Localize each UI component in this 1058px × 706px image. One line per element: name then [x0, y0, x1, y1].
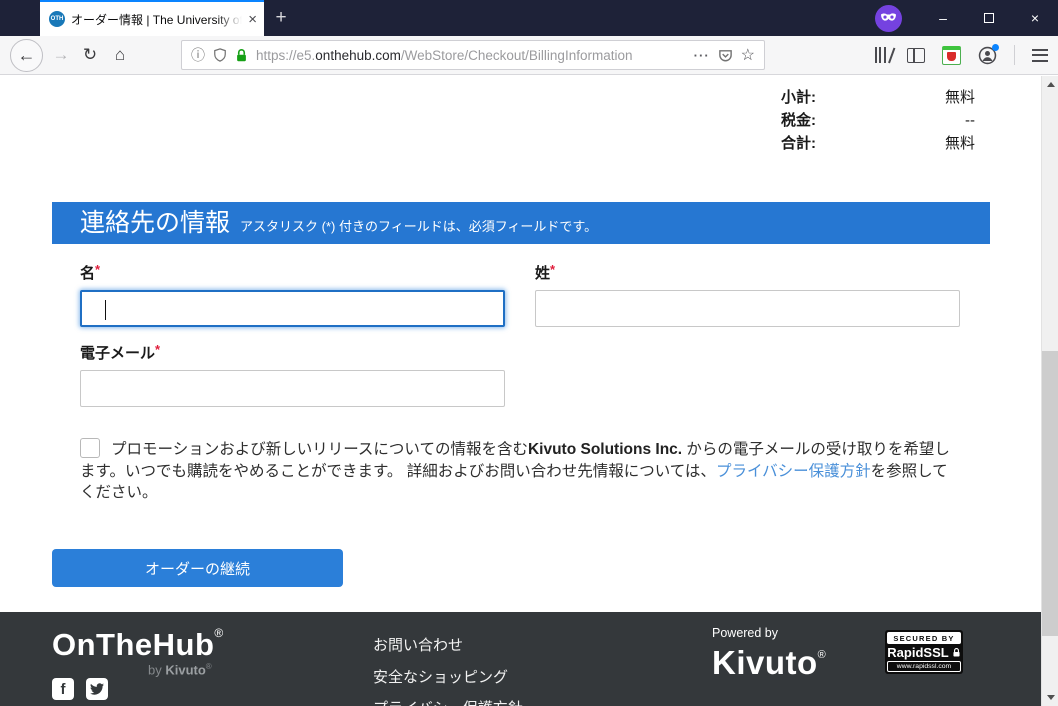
brand-registered-mark: ® — [214, 626, 223, 640]
section-title: 連絡先の情報 — [80, 202, 230, 244]
url-bar[interactable]: ⓘ https://e5.onthehub.com/WebStore/Check… — [181, 40, 765, 70]
onthehub-logo: OnTheHub® — [52, 626, 224, 663]
brand-byline: by Kivuto® — [148, 662, 212, 677]
page-footer: OnTheHub® by Kivuto® f お問い合わせ 安全なショッピング … — [0, 612, 1041, 706]
minimize-button[interactable]: – — [920, 0, 966, 36]
url-text[interactable]: https://e5.onthehub.com/WebStore/Checkou… — [256, 48, 686, 63]
footer-link-privacy-policy[interactable]: プライバシー保護方針 — [373, 697, 523, 706]
tab-close-icon[interactable]: × — [248, 12, 257, 27]
social-icons: f — [52, 678, 108, 700]
tab-title: オーダー情報 | The University of T — [71, 11, 242, 28]
summary-row-subtotal: 小計: 無料 — [781, 86, 975, 109]
ssl-secured-by: SECURED BY — [887, 632, 961, 644]
bookmark-star-icon[interactable]: ☆ — [741, 45, 755, 65]
twitter-icon[interactable] — [86, 678, 108, 700]
ssl-url: www.rapidssl.com — [887, 661, 961, 672]
https-lock-icon[interactable] — [235, 48, 248, 63]
email-input[interactable] — [80, 370, 505, 407]
consent-text-pre: プロモーションおよび新しいリリースについての情報を含む — [111, 441, 528, 458]
summary-row-total: 合計: 無料 — [781, 132, 975, 155]
site-favicon-icon: OTH — [49, 11, 65, 27]
library-icon[interactable] — [875, 47, 891, 63]
tracking-protection-shield-icon[interactable] — [213, 47, 227, 63]
back-button[interactable]: ← — [10, 39, 43, 72]
order-summary: 小計: 無料 税金: -- 合計: 無料 — [781, 86, 975, 155]
new-tab-button[interactable]: + — [264, 0, 298, 36]
sidebar-toggle-icon[interactable] — [907, 48, 925, 63]
reload-button[interactable]: ↻ — [75, 45, 105, 65]
marketing-consent-checkbox[interactable] — [80, 438, 100, 458]
titlebar: OTH オーダー情報 | The University of T × + – × — [0, 0, 1058, 36]
scroll-down-arrow[interactable] — [1042, 689, 1058, 706]
email-field-group: 電子メール* — [80, 342, 505, 407]
last-name-label: 姓* — [535, 262, 960, 283]
powered-by-text: Powered by — [712, 626, 826, 640]
total-value: 無料 — [945, 132, 975, 155]
menu-hamburger-icon[interactable] — [1032, 49, 1048, 62]
url-prefix: https://e5. — [256, 48, 315, 63]
maximize-button[interactable] — [966, 0, 1012, 36]
subtotal-label: 小計: — [781, 86, 816, 109]
scroll-up-arrow[interactable] — [1042, 76, 1058, 93]
required-asterisk: * — [155, 342, 160, 357]
home-button[interactable]: ⌂ — [105, 45, 135, 65]
extension-glyph — [947, 52, 956, 61]
private-browsing-mask-icon — [875, 5, 902, 32]
toolbar-right-icons — [875, 45, 1049, 65]
titlebar-drag-area — [298, 0, 875, 36]
first-name-input[interactable] — [80, 290, 505, 327]
page-actions-icon[interactable]: ··· — [694, 48, 710, 63]
maximize-icon — [984, 13, 994, 23]
window-controls: – × — [920, 0, 1058, 36]
email-label: 電子メール* — [80, 342, 505, 363]
toolbar-divider — [1014, 45, 1015, 65]
pocket-icon[interactable] — [718, 48, 733, 63]
kivuto-wordmark: Kivuto® — [712, 640, 826, 678]
text-caret — [105, 300, 106, 320]
vertical-scrollbar[interactable] — [1041, 76, 1058, 706]
account-notification-dot — [992, 44, 999, 51]
scrollbar-thumb[interactable] — [1042, 351, 1058, 636]
summary-row-tax: 税金: -- — [781, 109, 975, 132]
subtotal-value: 無料 — [945, 86, 975, 109]
footer-link-secure-shopping[interactable]: 安全なショッピング — [373, 666, 523, 687]
section-subtitle: アスタリスク (*) 付きのフィールドは、必須フィールドです。 — [240, 216, 597, 235]
contact-info-section-header: 連絡先の情報 アスタリスク (*) 付きのフィールドは、必須フィールドです。 — [52, 202, 990, 244]
consent-company-name: Kivuto Solutions Inc. — [528, 441, 682, 458]
continue-order-button[interactable]: オーダーの継続 — [52, 549, 343, 587]
last-name-input[interactable] — [535, 290, 960, 327]
firefox-account-icon[interactable] — [978, 46, 997, 65]
rapidssl-name: RapidSSL — [887, 645, 948, 660]
kivuto-logo: Powered by Kivuto® — [712, 626, 826, 678]
rapidssl-badge[interactable]: SECURED BY RapidSSL www.rapidssl.com — [885, 630, 963, 674]
first-name-label: 名* — [80, 262, 505, 283]
ssl-lock-icon — [952, 647, 961, 658]
facebook-icon[interactable]: f — [52, 678, 74, 700]
privacy-policy-link[interactable]: プライバシー保護方針 — [716, 463, 871, 480]
last-name-field-group: 姓* — [535, 262, 960, 327]
close-button[interactable]: × — [1012, 0, 1058, 36]
page-content: 小計: 無料 税金: -- 合計: 無料 連絡先の情報 アスタリスク (*) 付… — [0, 76, 1058, 706]
url-path: /WebStore/Checkout/BillingInformation — [401, 48, 633, 63]
forward-button[interactable]: → — [47, 45, 75, 65]
url-domain: onthehub.com — [315, 48, 401, 63]
required-asterisk: * — [550, 262, 555, 277]
tax-label: 税金: — [781, 109, 816, 132]
page-info-icon[interactable]: ⓘ — [191, 45, 205, 65]
total-label: 合計: — [781, 132, 816, 155]
first-name-field-group: 名* — [80, 262, 505, 327]
browser-tab[interactable]: OTH オーダー情報 | The University of T × — [40, 0, 264, 36]
footer-links: お問い合わせ 安全なショッピング プライバシー保護方針 — [373, 634, 523, 706]
tab-strip-spacer — [0, 0, 40, 36]
tax-value: -- — [965, 109, 975, 132]
required-asterisk: * — [95, 262, 100, 277]
extension-icon[interactable] — [942, 46, 961, 65]
navigation-toolbar: ← → ↻ ⌂ ⓘ https://e5.onthehub.com/WebSto… — [0, 36, 1058, 75]
marketing-consent-text: プロモーションおよび新しいリリースについての情報を含むKivuto Soluti… — [80, 438, 952, 504]
ssl-brand-row: RapidSSL — [887, 644, 961, 661]
footer-link-contact[interactable]: お問い合わせ — [373, 634, 523, 655]
